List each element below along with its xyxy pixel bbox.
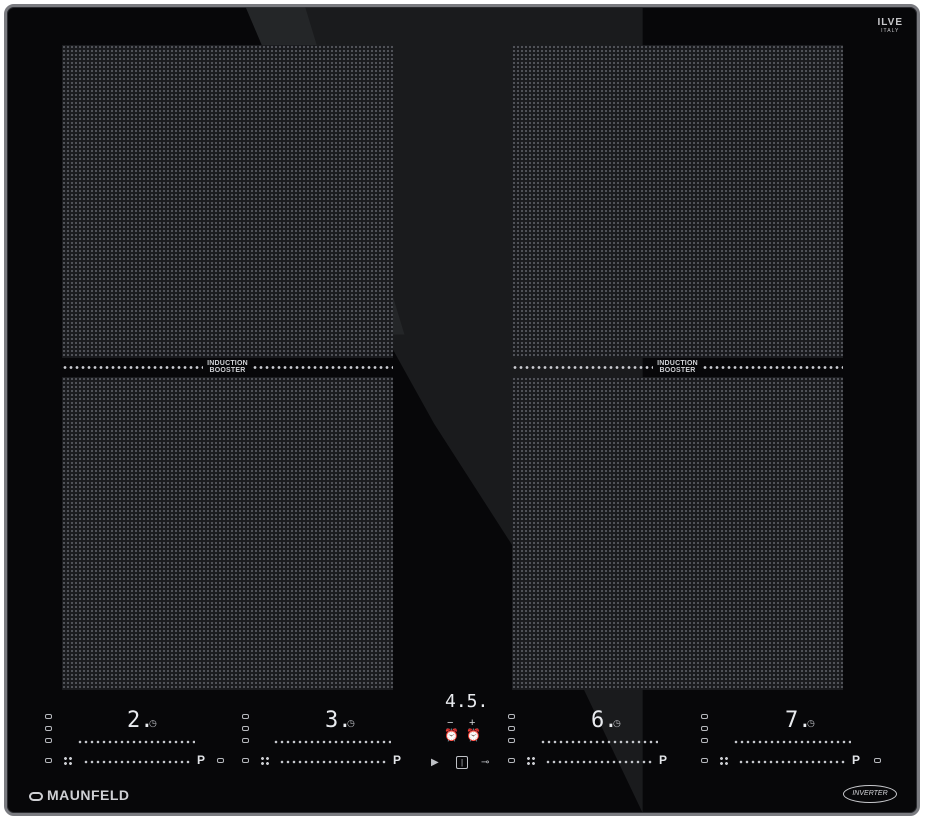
zone3-select-button-3[interactable]: [508, 738, 515, 743]
brand-top-sub: ITALY: [881, 28, 900, 34]
zone2-timer-icon: ◷: [347, 718, 355, 728]
zone2-select-button-2[interactable]: [242, 726, 249, 731]
cooking-zone-bottom-left[interactable]: [62, 377, 393, 690]
zone1-bridge-icon[interactable]: [63, 756, 73, 766]
zone4-lock-button[interactable]: [874, 758, 881, 763]
cooking-zone-bottom-right[interactable]: [512, 377, 843, 690]
brand-top-name: ILVE: [877, 17, 903, 28]
zone1-slider-lower[interactable]: [83, 759, 191, 765]
zone4-select-button-1[interactable]: [701, 714, 708, 719]
zone3-pan-button[interactable]: [508, 758, 515, 763]
zone3-select-button-1[interactable]: [508, 714, 515, 719]
cooking-zone-top-right[interactable]: [512, 45, 843, 358]
brand-logo-top: ILVE ITALY: [878, 17, 903, 34]
brand-logo-bottom: MAUNFELD: [29, 787, 130, 803]
timer-left-alarm-icon[interactable]: ⏰: [444, 729, 459, 741]
zone3-power-slider[interactable]: [540, 739, 658, 745]
zone2-slider-lower[interactable]: [279, 759, 387, 765]
zone4-slider-lower[interactable]: [738, 759, 846, 765]
brand-mark-icon: [29, 791, 43, 801]
booster-divider-right: INDUCTION BOOSTER: [512, 360, 843, 374]
brand-bottom-name: MAUNFELD: [47, 787, 130, 803]
zone1-power-slider[interactable]: [77, 739, 195, 745]
timer-display: 4.5.: [445, 691, 489, 712]
zone4-select-button-2[interactable]: [701, 726, 708, 731]
zone3-select-button-2[interactable]: [508, 726, 515, 731]
zone1-timer-icon: ◷: [149, 718, 157, 728]
zone2-select-button-1[interactable]: [242, 714, 249, 719]
zone3-bridge-icon[interactable]: [526, 756, 536, 766]
zone2-bridge-icon[interactable]: [260, 756, 270, 766]
zone1-select-button-2[interactable]: [45, 726, 52, 731]
booster-divider-left: INDUCTION BOOSTER: [62, 360, 393, 374]
booster-label-right: INDUCTION BOOSTER: [657, 360, 698, 374]
zone1-pan-button[interactable]: [45, 758, 52, 763]
zone2-select-button-3[interactable]: [242, 738, 249, 743]
booster-label-left: INDUCTION BOOSTER: [207, 360, 248, 374]
zone2-p-button[interactable]: P: [393, 753, 401, 767]
zone1-select-button-3[interactable]: [45, 738, 52, 743]
zone1-lock-button[interactable]: [217, 758, 224, 763]
inverter-badge: INVERTER: [843, 785, 897, 803]
induction-hob: ILVE ITALY INDUCTION BOOSTER INDUCTION BOO…: [4, 4, 920, 816]
zone4-power-slider[interactable]: [733, 739, 851, 745]
zone4-p-button[interactable]: P: [852, 753, 860, 767]
cooking-zone-top-left[interactable]: [62, 45, 393, 358]
timer-right-alarm-icon[interactable]: ⏰: [466, 729, 481, 741]
key-lock-icon[interactable]: ⊸: [481, 758, 489, 768]
zone4-bridge-icon[interactable]: [719, 756, 729, 766]
zone2-pan-button[interactable]: [242, 758, 249, 763]
zone4-timer-icon: ◷: [807, 718, 815, 728]
zone2-power-slider[interactable]: [273, 739, 391, 745]
zone4-select-button-3[interactable]: [701, 738, 708, 743]
zone4-pan-button[interactable]: [701, 758, 708, 763]
zone3-slider-lower[interactable]: [545, 759, 653, 765]
power-button-icon[interactable]: |: [456, 756, 468, 769]
play-pause-icon[interactable]: ▶: [431, 758, 439, 768]
zone1-select-button-1[interactable]: [45, 714, 52, 719]
zone1-p-button[interactable]: P: [197, 753, 205, 767]
zone3-timer-icon: ◷: [613, 718, 621, 728]
zone3-p-button[interactable]: P: [659, 753, 667, 767]
